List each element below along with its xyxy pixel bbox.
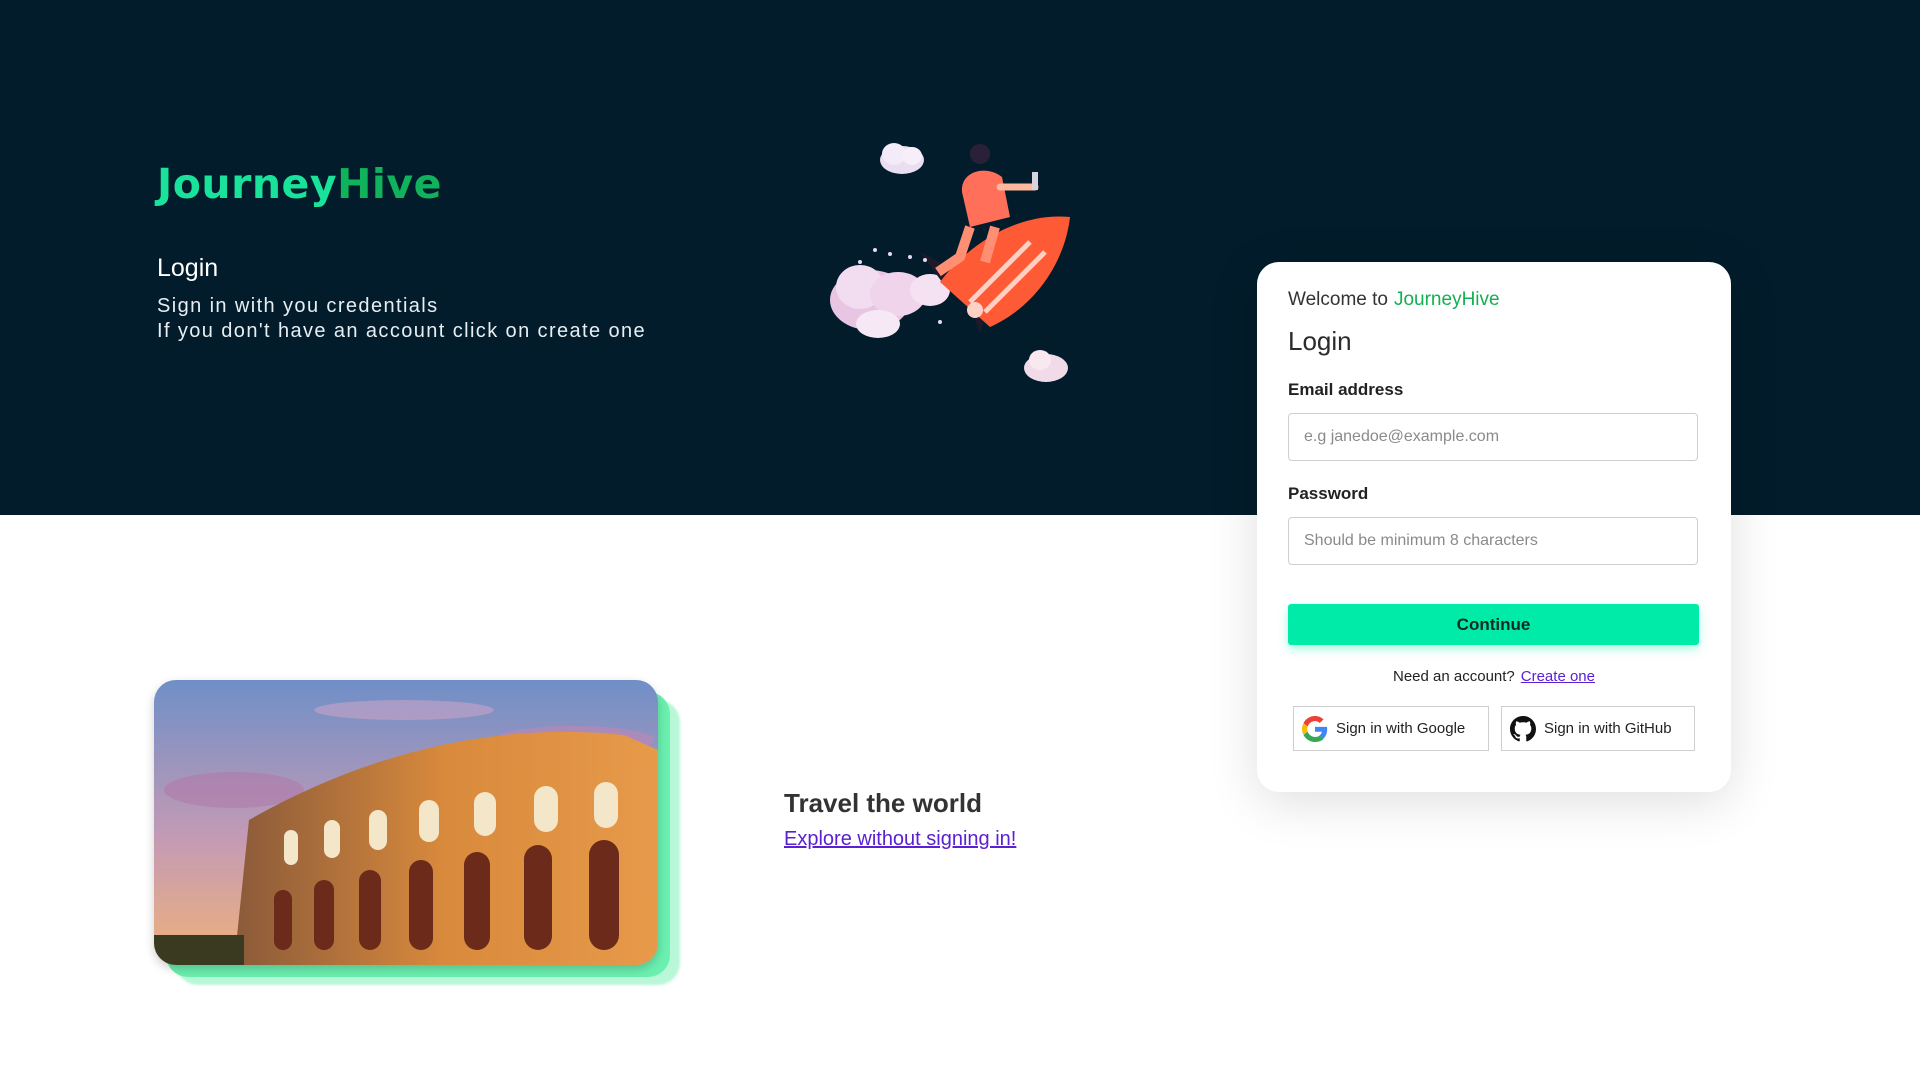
logo: JourneyHive	[157, 160, 442, 208]
welcome-brand: JourneyHive	[1393, 289, 1500, 310]
hero-title: Login	[157, 254, 219, 282]
create-account-link[interactable]: Create one	[1521, 668, 1595, 685]
google-label: Sign in with Google	[1336, 720, 1466, 737]
smoke-cloud-icon	[830, 265, 950, 338]
logo-part-hive: Hive	[337, 160, 442, 208]
password-label: Password	[1288, 484, 1369, 503]
password-field[interactable]	[1288, 517, 1698, 565]
hero-subtitle-line1: Sign in with you credentials	[157, 295, 439, 317]
rocket-illustration	[830, 143, 1070, 382]
github-label: Sign in with GitHub	[1544, 720, 1672, 737]
continue-button[interactable]: Continue	[1288, 604, 1699, 645]
hero-subtitle: Sign in with you credentials If you don'…	[157, 294, 646, 344]
promo-title: Travel the world	[784, 788, 982, 818]
github-icon	[1510, 715, 1536, 741]
email-field[interactable]	[1288, 413, 1698, 461]
cloud-bottom-icon	[1024, 350, 1068, 382]
email-label: Email address	[1288, 380, 1404, 399]
welcome-text: Welcome to JourneyHive	[1288, 289, 1500, 311]
logo-part-journey: Journey	[157, 160, 338, 208]
login-card: Welcome to JourneyHive Login Email addres…	[1257, 262, 1731, 792]
google-icon	[1302, 715, 1328, 742]
welcome-label: Welcome to	[1288, 289, 1388, 310]
need-account-text: Need an account?	[1393, 668, 1515, 685]
colosseum-photo	[154, 680, 658, 965]
explore-link[interactable]: Explore without signing in!	[784, 828, 1016, 851]
hero-subtitle-line2: If you don't have an account click on cr…	[157, 320, 647, 342]
colosseum-image-card	[154, 680, 680, 985]
card-title: Login	[1288, 326, 1352, 356]
cloud-top-icon	[880, 143, 924, 174]
need-account-row: Need an account? Create one	[1257, 668, 1731, 685]
google-signin-button[interactable]: Sign in with Google	[1293, 706, 1489, 751]
github-signin-button[interactable]: Sign in with GitHub	[1501, 706, 1695, 751]
